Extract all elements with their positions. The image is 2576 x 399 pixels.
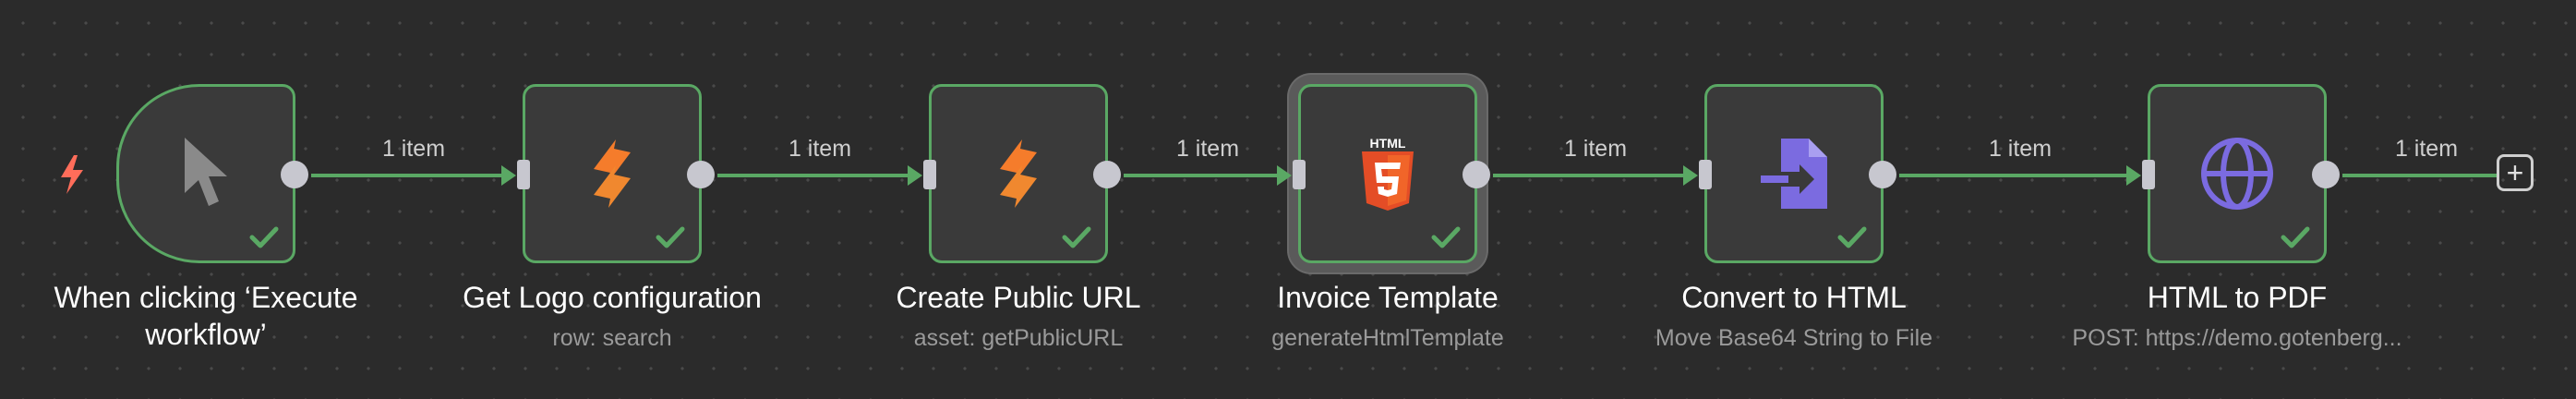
output-handle[interactable] (1463, 161, 1490, 188)
node-title: When clicking ‘Execute workflow’ (54, 281, 358, 351)
input-handle[interactable] (1699, 160, 1712, 189)
success-check-icon (656, 226, 685, 248)
connection-arrow (501, 165, 516, 186)
connection-item-count: 1 item (788, 136, 852, 162)
success-check-icon (249, 226, 279, 248)
add-node-button[interactable]: + (2497, 154, 2534, 191)
cursor-icon (185, 138, 227, 206)
node-subtitle: row: search (552, 325, 672, 351)
node-title: HTML to PDF (2147, 281, 2328, 314)
node-title: Get Logo configuration (463, 281, 762, 314)
node-create-public-url[interactable] (923, 84, 1121, 263)
input-handle[interactable] (517, 160, 530, 189)
connection-arrow (1277, 165, 1292, 186)
success-check-icon (2281, 226, 2310, 248)
connection-item-count: 1 item (1988, 136, 2052, 162)
success-check-icon (1431, 226, 1461, 248)
node-title: Convert to HTML (1681, 281, 1907, 314)
globe-icon (2201, 138, 2273, 210)
connection-line[interactable] (1493, 174, 1693, 177)
node-html-to-pdf[interactable] (2142, 84, 2340, 263)
connection-item-count: 1 item (1563, 136, 1628, 162)
success-check-icon (1062, 226, 1091, 248)
input-handle[interactable] (2142, 160, 2155, 189)
connection-arrow (2126, 165, 2141, 186)
node-get-logo-configuration[interactable] (517, 84, 715, 263)
connection-line[interactable] (311, 174, 512, 177)
connection-line[interactable] (2342, 174, 2497, 177)
trigger-bolt-icon (61, 155, 83, 194)
connection-item-count: 1 item (381, 136, 446, 162)
output-handle[interactable] (2312, 161, 2340, 188)
connection-arrow (908, 165, 922, 186)
node-invoice-template[interactable]: HTML (1293, 84, 1490, 263)
svg-text:HTML: HTML (1370, 136, 1406, 151)
node-title: Create Public URL (896, 281, 1141, 314)
file-import-icon (1761, 139, 1827, 209)
success-check-icon (1837, 226, 1867, 248)
node-manual-trigger[interactable] (116, 84, 308, 263)
connection-line[interactable] (717, 174, 918, 177)
connection-arrow (1683, 165, 1698, 186)
input-handle[interactable] (923, 160, 936, 189)
connection-line[interactable] (1899, 174, 2137, 177)
supabase-icon (594, 139, 631, 208)
node-subtitle: generateHtmlTemplate (1271, 325, 1504, 351)
node-subtitle: POST: https://demo.gotenberg... (2072, 325, 2402, 351)
node-subtitle: Move Base64 String to File (1655, 325, 1933, 351)
node-subtitle: asset: getPublicURL (913, 325, 1124, 351)
node-title: Invoice Template (1277, 281, 1499, 314)
node-convert-to-html[interactable] (1699, 84, 1896, 263)
connection-item-count: 1 item (1175, 136, 1240, 162)
supabase-icon (1000, 139, 1037, 208)
output-handle[interactable] (1869, 161, 1896, 188)
connection-item-count: 1 item (2394, 136, 2459, 162)
workflow-canvas[interactable]: HTML 1 item 1 item 1 item 1 item 1 item … (0, 0, 2576, 399)
connection-line[interactable] (1124, 174, 1287, 177)
output-handle[interactable] (687, 161, 715, 188)
output-handle[interactable] (1093, 161, 1121, 188)
output-handle[interactable] (281, 161, 308, 188)
html5-icon: HTML (1362, 136, 1414, 211)
input-handle[interactable] (1293, 160, 1306, 189)
